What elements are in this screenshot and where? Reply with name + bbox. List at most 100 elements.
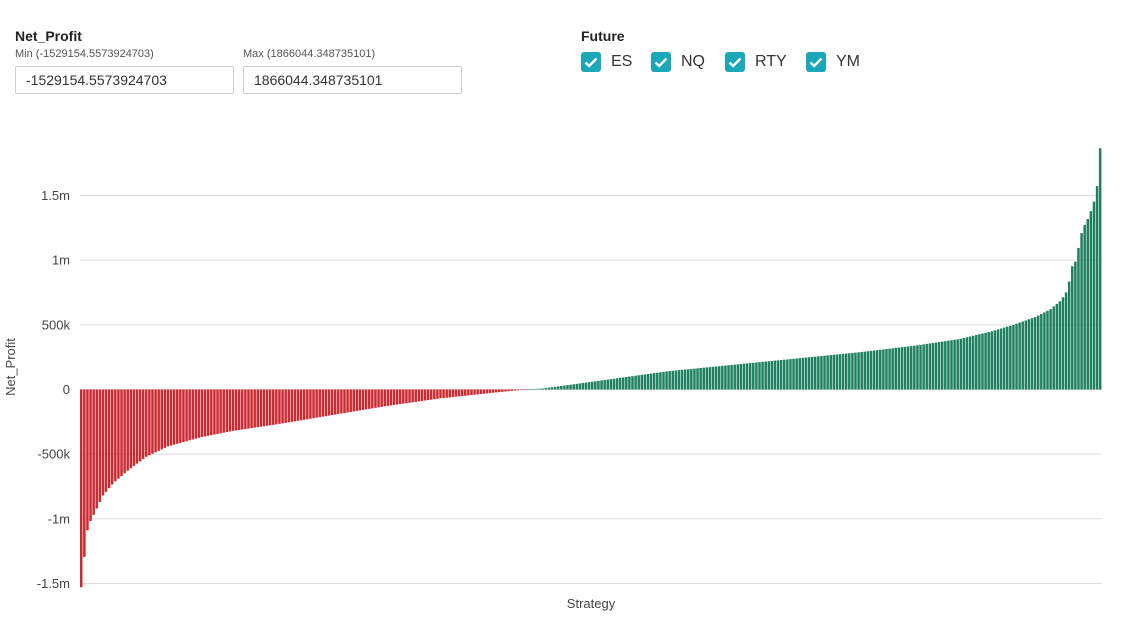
strategy-bar[interactable] xyxy=(312,389,315,419)
strategy-bar[interactable] xyxy=(188,389,191,441)
strategy-bar[interactable] xyxy=(587,382,591,390)
strategy-bar[interactable] xyxy=(550,387,554,390)
strategy-bar[interactable] xyxy=(677,370,681,390)
strategy-bar[interactable] xyxy=(491,389,495,393)
strategy-bar[interactable] xyxy=(882,349,885,390)
strategy-bar[interactable] xyxy=(510,389,513,391)
strategy-bar[interactable] xyxy=(668,371,671,390)
strategy-bar[interactable] xyxy=(315,389,318,418)
strategy-bar[interactable] xyxy=(321,389,325,417)
strategy-bar[interactable] xyxy=(488,389,492,394)
strategy-bar[interactable] xyxy=(1021,321,1024,390)
strategy-bar[interactable] xyxy=(154,389,157,453)
strategy-bar[interactable] xyxy=(745,363,749,390)
strategy-bar[interactable] xyxy=(572,384,575,390)
strategy-bar[interactable] xyxy=(615,378,619,390)
strategy-bar[interactable] xyxy=(556,386,560,390)
strategy-bar[interactable] xyxy=(900,347,904,390)
strategy-bar[interactable] xyxy=(494,389,498,393)
strategy-bar[interactable] xyxy=(848,353,851,390)
strategy-bar[interactable] xyxy=(256,389,260,428)
strategy-bar[interactable] xyxy=(671,370,675,390)
strategy-bar[interactable] xyxy=(761,361,764,390)
strategy-bar[interactable] xyxy=(364,389,368,410)
strategy-bar[interactable] xyxy=(683,369,687,390)
strategy-bar[interactable] xyxy=(306,389,309,420)
strategy-bar[interactable] xyxy=(1064,292,1068,390)
strategy-bar[interactable] xyxy=(398,389,402,405)
strategy-bar[interactable] xyxy=(711,366,715,390)
strategy-bar[interactable] xyxy=(863,351,867,390)
strategy-bar[interactable] xyxy=(1080,233,1083,390)
strategy-bar[interactable] xyxy=(237,389,241,430)
strategy-bar[interactable] xyxy=(241,389,244,430)
strategy-bar[interactable] xyxy=(222,389,225,433)
strategy-bar[interactable] xyxy=(361,389,365,410)
strategy-bar[interactable] xyxy=(324,389,328,417)
strategy-bar[interactable] xyxy=(962,337,966,390)
strategy-bar[interactable] xyxy=(625,377,628,390)
strategy-bar[interactable] xyxy=(426,389,430,401)
strategy-bar[interactable] xyxy=(810,356,814,390)
strategy-bar[interactable] xyxy=(950,340,953,390)
strategy-bar[interactable] xyxy=(380,389,383,407)
strategy-bar[interactable] xyxy=(141,389,145,460)
strategy-bar[interactable] xyxy=(123,389,126,474)
strategy-bar[interactable] xyxy=(618,377,622,390)
strategy-bar[interactable] xyxy=(913,345,916,390)
strategy-bar[interactable] xyxy=(337,389,340,415)
strategy-bar[interactable] xyxy=(727,365,730,390)
strategy-bar[interactable] xyxy=(132,389,136,466)
strategy-bar[interactable] xyxy=(516,389,520,391)
strategy-bar[interactable] xyxy=(253,389,256,428)
strategy-bar[interactable] xyxy=(244,389,247,430)
strategy-bar[interactable] xyxy=(420,389,424,401)
strategy-bar[interactable] xyxy=(922,344,925,390)
strategy-bar[interactable] xyxy=(581,382,585,390)
strategy-bar[interactable] xyxy=(368,389,371,409)
strategy-bar[interactable] xyxy=(129,389,133,469)
strategy-bar[interactable] xyxy=(284,389,287,423)
strategy-bar[interactable] xyxy=(560,385,563,390)
strategy-bar[interactable] xyxy=(687,369,690,390)
strategy-bar[interactable] xyxy=(163,389,167,448)
strategy-bar[interactable] xyxy=(457,389,461,397)
strategy-bar[interactable] xyxy=(340,389,343,414)
strategy-bar[interactable] xyxy=(640,374,644,390)
strategy-bar[interactable] xyxy=(160,389,164,450)
strategy-bar[interactable] xyxy=(513,389,517,391)
strategy-bar[interactable] xyxy=(755,362,758,390)
strategy-bar[interactable] xyxy=(730,364,733,390)
strategy-bar[interactable] xyxy=(1043,312,1046,390)
strategy-bar[interactable] xyxy=(1067,281,1071,390)
strategy-bar[interactable] xyxy=(578,383,582,390)
strategy-bar[interactable] xyxy=(423,389,427,401)
strategy-bar[interactable] xyxy=(451,389,455,398)
strategy-bar[interactable] xyxy=(535,388,538,390)
strategy-bar[interactable] xyxy=(126,389,129,471)
strategy-bar[interactable] xyxy=(662,371,665,390)
strategy-bar[interactable] xyxy=(804,357,808,390)
strategy-bar[interactable] xyxy=(417,389,421,402)
strategy-bar[interactable] xyxy=(1083,224,1086,390)
strategy-bar[interactable] xyxy=(792,358,795,390)
strategy-bar[interactable] xyxy=(80,389,83,588)
strategy-bar[interactable] xyxy=(386,389,390,406)
strategy-bar[interactable] xyxy=(612,378,616,390)
strategy-bar[interactable] xyxy=(479,389,483,395)
strategy-bar[interactable] xyxy=(1018,322,1021,390)
strategy-bar[interactable] xyxy=(532,389,535,390)
strategy-bar[interactable] xyxy=(993,330,997,390)
strategy-bar[interactable] xyxy=(507,389,510,392)
strategy-bar[interactable] xyxy=(1058,301,1062,390)
strategy-bar[interactable] xyxy=(166,389,170,447)
strategy-bar[interactable] xyxy=(674,370,678,390)
strategy-bar[interactable] xyxy=(210,389,213,436)
strategy-bar[interactable] xyxy=(990,331,994,390)
strategy-bar[interactable] xyxy=(999,328,1003,390)
strategy-bar[interactable] xyxy=(278,389,281,424)
strategy-bar[interactable] xyxy=(798,358,802,390)
strategy-bar[interactable] xyxy=(86,389,89,531)
strategy-bar[interactable] xyxy=(114,389,117,482)
strategy-bar[interactable] xyxy=(628,376,631,390)
